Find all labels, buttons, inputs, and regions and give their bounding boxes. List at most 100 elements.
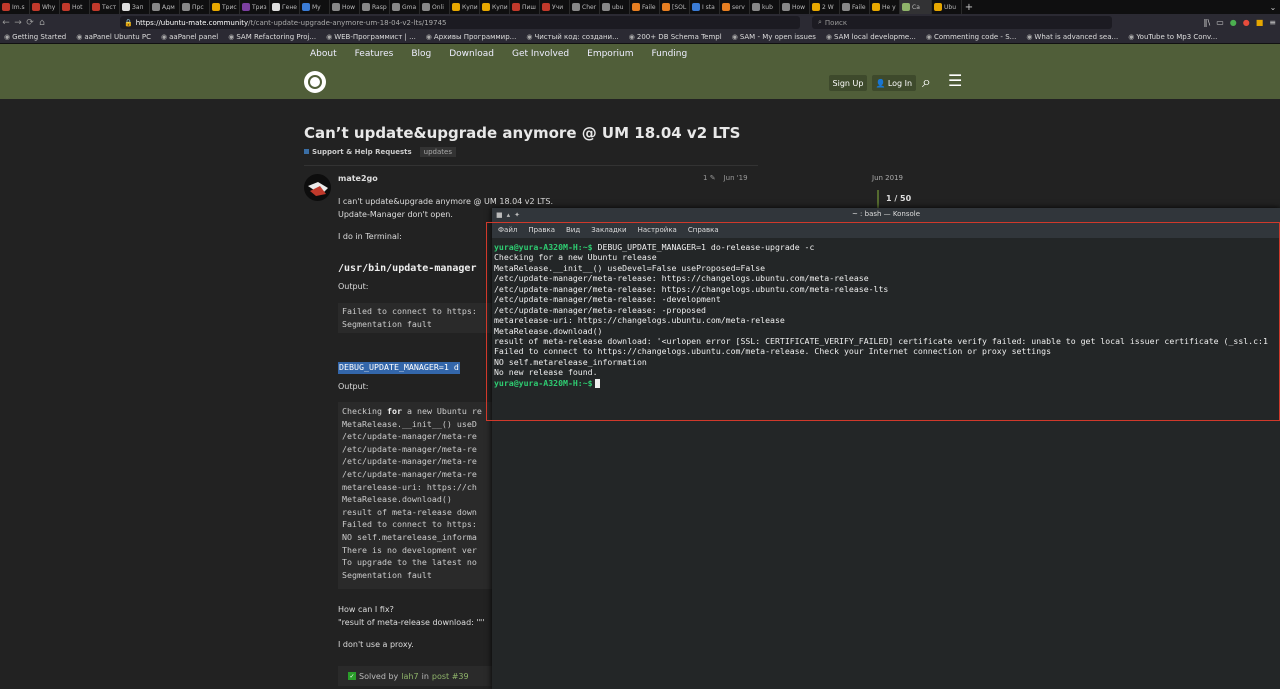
konsole-menu-item[interactable]: Файл — [498, 226, 517, 234]
site-nav-item[interactable]: Emporium — [587, 49, 633, 59]
browser-tab[interactable]: Купи — [480, 0, 510, 14]
konsole-menu-item[interactable]: Правка — [528, 226, 555, 234]
browser-tab[interactable]: Учи — [540, 0, 570, 14]
konsole-titlebar[interactable]: ■ ▴ ✦ ~ : bash — Konsole — [492, 208, 1280, 222]
browser-tab[interactable]: ubu — [600, 0, 630, 14]
browser-tab[interactable]: Зап — [120, 0, 150, 14]
bookmark-item[interactable]: ◉ SAM local developme... — [826, 33, 916, 41]
browser-tab[interactable]: How — [330, 0, 360, 14]
browser-tab[interactable]: Gma — [390, 0, 420, 14]
log-in-button[interactable]: 👤 Log In — [872, 75, 916, 91]
bookmark-item[interactable]: ◉ What is advanced sea... — [1026, 33, 1118, 41]
site-nav-item[interactable]: Features — [355, 49, 394, 59]
browser-tab[interactable]: Onli — [420, 0, 450, 14]
browser-tab[interactable]: How — [780, 0, 810, 14]
bookmark-item[interactable]: ◉ Архивы Программир... — [426, 33, 517, 41]
browser-tab[interactable]: Триз — [240, 0, 270, 14]
timeline-date[interactable]: Jun 2019 — [872, 174, 903, 182]
browser-tab[interactable]: Пиш — [510, 0, 540, 14]
new-tab-plus-icon[interactable]: + — [962, 2, 976, 13]
bookmark-item[interactable]: ◉ 200+ DB Schema Templ — [629, 33, 722, 41]
tab-favicon-icon — [934, 3, 942, 11]
browser-tab[interactable]: Faile — [840, 0, 870, 14]
browser-tab[interactable]: Купи — [450, 0, 480, 14]
browser-tab[interactable]: Im.s — [0, 0, 30, 14]
bookmark-item[interactable]: ◉ aaPanel panel — [161, 33, 218, 41]
browser-tab[interactable]: Why — [30, 0, 60, 14]
category-link[interactable]: Support & Help Requests — [304, 148, 412, 156]
browser-tab[interactable]: Тест — [90, 0, 120, 14]
konsole-window[interactable]: ■ ▴ ✦ ~ : bash — Konsole Файл Правка Вид За… — [486, 208, 1280, 689]
library-icon[interactable]: ‖\ — [1204, 18, 1211, 27]
bookmark-item[interactable]: ◉ SAM Refactoring Proj... — [228, 33, 316, 41]
extension-icon[interactable]: ■ — [1256, 18, 1264, 27]
site-nav-item[interactable]: Download — [449, 49, 494, 59]
tab-favicon-icon — [302, 3, 310, 11]
site-nav-item[interactable]: Funding — [652, 49, 688, 59]
menu-icon[interactable]: ≡ — [1269, 18, 1276, 27]
browser-tab[interactable]: [SOL — [660, 0, 690, 14]
konsole-menu-item[interactable]: Справка — [688, 226, 719, 234]
bookmark-item[interactable]: ◉ Commenting code - S... — [926, 33, 1016, 41]
browser-tab[interactable]: Rasp — [360, 0, 390, 14]
browser-search-input[interactable]: ⌕ Поиск — [812, 16, 1112, 29]
tab-favicon-icon — [542, 3, 550, 11]
site-nav-item[interactable]: About — [310, 49, 337, 59]
browser-tab[interactable]: He y — [870, 0, 900, 14]
tab-label: How — [342, 3, 356, 11]
bookmark-item[interactable]: ◉ Getting Started — [4, 33, 66, 41]
extension-icon[interactable]: ● — [1243, 18, 1250, 27]
browser-tab[interactable]: Ca — [900, 0, 932, 14]
avatar[interactable] — [304, 174, 331, 201]
back-arrow-icon[interactable]: ← — [0, 18, 12, 28]
browser-tab[interactable]: My — [300, 0, 330, 14]
post-date[interactable]: Jun '19 — [724, 174, 748, 182]
bookmark-item[interactable]: ◉ YouTube to Mp3 Conv... — [1128, 33, 1217, 41]
tab-list-chevron-icon[interactable]: ⌄ — [1266, 3, 1280, 12]
home-icon[interactable]: ⌂ — [36, 18, 48, 28]
browser-tab[interactable]: Трис — [210, 0, 240, 14]
konsole-menu-item[interactable]: Вид — [566, 226, 580, 234]
browser-tab[interactable]: Faile — [630, 0, 660, 14]
hamburger-menu-icon[interactable]: ☰ — [948, 71, 962, 90]
browser-tab[interactable]: Hot — [60, 0, 90, 14]
code-line: Checking for a new Ubuntu re — [342, 406, 482, 416]
bookmark-item[interactable]: ◉ SAM - My open issues — [732, 33, 816, 41]
post-text: I don't use a proxy. — [338, 640, 414, 649]
browser-tab[interactable]: serv — [720, 0, 750, 14]
topic-title[interactable]: Can’t update&upgrade anymore @ UM 18.04 … — [304, 124, 740, 142]
reload-icon[interactable]: ⟳ — [24, 18, 36, 28]
post-text: Output: — [338, 282, 369, 291]
site-nav-item[interactable]: Blog — [411, 49, 431, 59]
url-host: https://ubuntu-mate.community — [135, 18, 249, 27]
post-meta: 1 ✎ Jun '19 — [703, 174, 748, 182]
site-nav-item[interactable]: Get Involved — [512, 49, 569, 59]
solution-post-link[interactable]: post #39 — [432, 672, 469, 681]
terminal-area[interactable]: yura@yura-A320M-H:~$ DEBUG_UPDATE_MANAGE… — [492, 238, 1280, 689]
bookmark-item[interactable]: ◉ aaPanel Ubuntu PC — [76, 33, 151, 41]
browser-tab[interactable]: Гене — [270, 0, 300, 14]
tag-updates[interactable]: updates — [419, 147, 456, 157]
sidebar-icon[interactable]: ▭ — [1216, 18, 1224, 27]
browser-tab[interactable]: 2 W — [810, 0, 840, 14]
browser-tab[interactable]: I sta — [690, 0, 720, 14]
url-bar[interactable]: 🔒 https://ubuntu-mate.community/t/cant-u… — [120, 16, 800, 29]
post-username[interactable]: mate2go — [338, 174, 378, 183]
solved-user-link[interactable]: lah7 — [401, 672, 418, 681]
code-line: metarelease-uri: https://ch — [342, 481, 477, 492]
search-icon[interactable]: ⌕ — [922, 72, 931, 92]
browser-tab[interactable]: Cher — [570, 0, 600, 14]
browser-tab[interactable]: Прс — [180, 0, 210, 14]
browser-tab[interactable]: Адм — [150, 0, 180, 14]
ubuntu-mate-logo-icon[interactable] — [304, 71, 326, 93]
browser-tab[interactable]: kub — [750, 0, 780, 14]
extension-icon[interactable]: ● — [1230, 18, 1237, 27]
browser-tab[interactable]: Ubu — [932, 0, 962, 14]
konsole-menu-item[interactable]: Закладки — [591, 226, 626, 234]
edit-count[interactable]: 1 ✎ — [703, 174, 716, 182]
bookmark-item[interactable]: ◉ WEB-Программист | ... — [326, 33, 416, 41]
forward-arrow-icon[interactable]: → — [12, 18, 24, 28]
konsole-menu-item[interactable]: Настройка — [638, 226, 677, 234]
sign-up-button[interactable]: Sign Up — [829, 75, 867, 91]
bookmark-item[interactable]: ◉ Чистый код: создани... — [526, 33, 618, 41]
